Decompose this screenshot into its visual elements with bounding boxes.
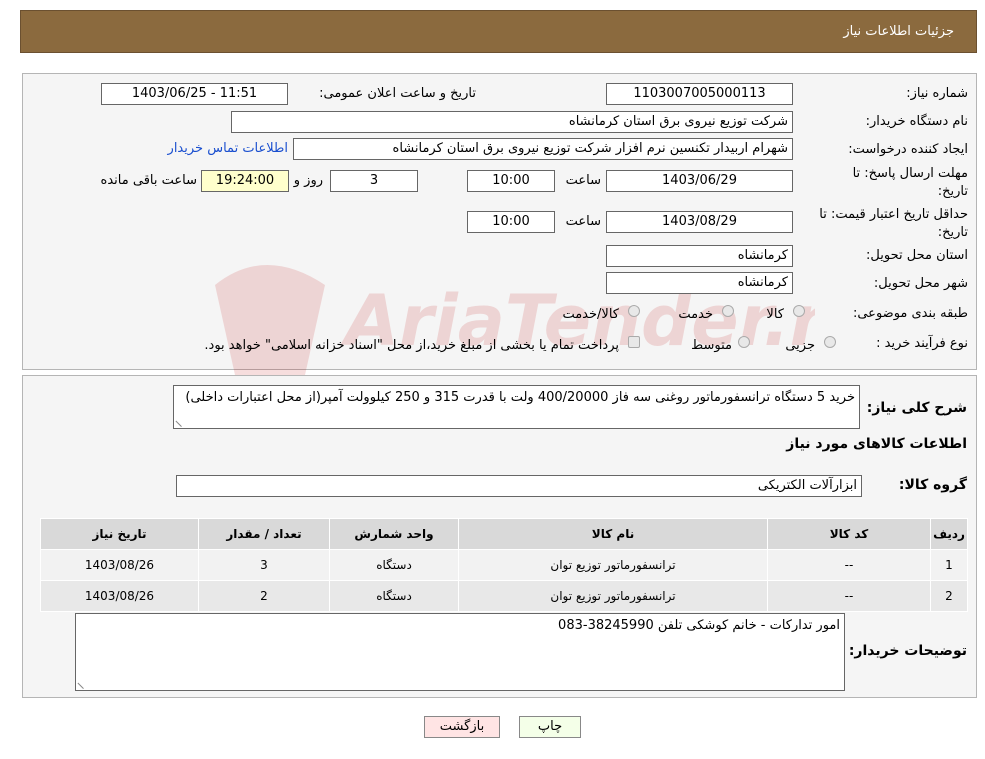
cell-need-date: 1403/08/26 xyxy=(40,549,199,581)
back-button[interactable]: بازگشت xyxy=(424,716,500,738)
col-need-date: تاریخ نیاز xyxy=(40,518,199,550)
need-number-field: 1103007005000113 xyxy=(606,83,793,105)
announce-label: تاریخ و ساعت اعلان عمومی: xyxy=(319,86,476,101)
page-header: جزئیات اطلاعات نیاز xyxy=(20,10,977,53)
category-radio-service[interactable] xyxy=(722,305,734,317)
validity-label: حداقل تاریخ اعتبار قیمت: تا تاریخ: xyxy=(808,206,968,242)
col-row-number: ردیف xyxy=(930,518,968,550)
city-field: کرمانشاه xyxy=(606,272,793,294)
validity-time-field: 10:00 xyxy=(467,211,555,233)
province-field: کرمانشاه xyxy=(606,245,793,267)
announce-field: 1403/06/25 - 11:51 xyxy=(101,83,288,105)
col-unit: واحد شمارش xyxy=(329,518,459,550)
goods-section-title: اطلاعات کالاهای مورد نیاز xyxy=(786,436,967,452)
remaining-time-field: 19:24:00 xyxy=(201,170,289,192)
category-option-service: خدمت xyxy=(678,307,713,322)
deadline-time-label: ساعت xyxy=(565,173,601,188)
buyer-notes-text: امور تدارکات - خانم کوشکی تلفن 38245990-… xyxy=(558,618,840,633)
process-radio-minor[interactable] xyxy=(824,336,836,348)
city-label: شهر محل تحویل: xyxy=(873,276,968,291)
table-row: 2 -- ترانسفورماتور توزیع توان دستگاه 2 1… xyxy=(40,580,968,612)
description-label: شرح کلی نیاز: xyxy=(866,400,967,416)
description-text: خرید 5 دستگاه ترانسفورماتور روغنی سه فاز… xyxy=(185,390,855,405)
cell-quantity: 2 xyxy=(198,580,330,612)
goods-group-label: گروه کالا: xyxy=(898,477,967,493)
cell-quantity: 3 xyxy=(198,549,330,581)
col-quantity: تعداد / مقدار xyxy=(198,518,330,550)
deadline-time-field: 10:00 xyxy=(467,170,555,192)
print-button[interactable]: چاپ xyxy=(519,716,581,738)
deadline-date-field: 1403/06/29 xyxy=(606,170,793,192)
process-option-minor: جزیی xyxy=(785,338,815,353)
cell-item-code: -- xyxy=(767,549,931,581)
creator-field: شهرام اربیدار تکنسین نرم افزار شرکت توزی… xyxy=(293,138,793,160)
col-item-code: کد کالا xyxy=(767,518,931,550)
deadline-label: مهلت ارسال پاسخ: تا تاریخ: xyxy=(825,165,968,201)
days-field: 3 xyxy=(330,170,418,192)
buyer-org-field: شرکت توزیع نیروی برق استان کرمانشاه xyxy=(231,111,793,133)
buyer-notes-label: توضیحات خریدار: xyxy=(848,643,967,659)
cell-unit: دستگاه xyxy=(329,580,459,612)
days-label: روز و xyxy=(293,173,323,188)
page-title: جزئیات اطلاعات نیاز xyxy=(843,24,954,39)
province-label: استان محل تحویل: xyxy=(866,248,968,263)
validity-label-text: حداقل تاریخ اعتبار قیمت: تا تاریخ: xyxy=(819,207,968,240)
cell-row-number: 1 xyxy=(930,549,968,581)
process-option-medium: متوسط xyxy=(691,338,732,353)
description-textarea[interactable]: خرید 5 دستگاه ترانسفورماتور روغنی سه فاز… xyxy=(173,385,860,429)
category-option-goods: کالا xyxy=(766,307,784,322)
validity-date-field: 1403/08/29 xyxy=(606,211,793,233)
table-row: 1 -- ترانسفورماتور توزیع توان دستگاه 3 1… xyxy=(40,549,968,581)
category-radio-goods-service[interactable] xyxy=(628,305,640,317)
goods-group-field: ابزارآلات الکتریکی xyxy=(176,475,862,497)
goods-table: ردیف کد کالا نام کالا واحد شمارش تعداد /… xyxy=(40,518,968,612)
category-label: طبقه بندی موضوعی: xyxy=(852,306,968,321)
deadline-label-text: مهلت ارسال پاسخ: تا تاریخ: xyxy=(852,166,968,199)
col-item-name: نام کالا xyxy=(458,518,768,550)
treasury-checkbox[interactable] xyxy=(628,336,640,348)
cell-item-name: ترانسفورماتور توزیع توان xyxy=(458,549,768,581)
cell-item-name: ترانسفورماتور توزیع توان xyxy=(458,580,768,612)
creator-label: ایجاد کننده درخواست: xyxy=(848,142,968,157)
cell-row-number: 2 xyxy=(930,580,968,612)
cell-item-code: -- xyxy=(767,580,931,612)
table-header-row: ردیف کد کالا نام کالا واحد شمارش تعداد /… xyxy=(40,518,968,550)
process-radio-medium[interactable] xyxy=(738,336,750,348)
goods-table-container: ردیف کد کالا نام کالا واحد شمارش تعداد /… xyxy=(40,518,968,612)
cell-unit: دستگاه xyxy=(329,549,459,581)
buyer-contact-link[interactable]: اطلاعات تماس خریدار xyxy=(168,141,288,156)
buyer-org-label: نام دستگاه خریدار: xyxy=(865,114,968,129)
buyer-notes-textarea[interactable]: امور تدارکات - خانم کوشکی تلفن 38245990-… xyxy=(75,613,845,691)
process-label: نوع فرآیند خرید : xyxy=(876,336,968,351)
remaining-label: ساعت باقی مانده xyxy=(100,173,197,188)
validity-time-label: ساعت xyxy=(565,214,601,229)
category-radio-goods[interactable] xyxy=(793,305,805,317)
cell-need-date: 1403/08/26 xyxy=(40,580,199,612)
process-note: پرداخت تمام یا بخشی از مبلغ خرید،از محل … xyxy=(204,338,619,353)
need-number-label: شماره نیاز: xyxy=(906,86,968,101)
category-option-goods-service: کالا/خدمت xyxy=(562,307,619,322)
